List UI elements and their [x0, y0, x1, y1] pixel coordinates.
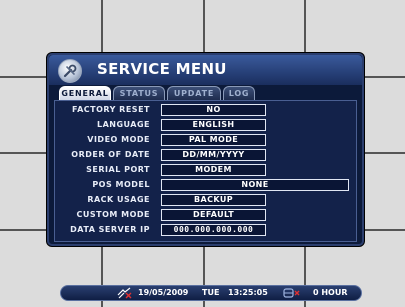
tab-status[interactable]: STATUS: [113, 86, 165, 100]
setting-row: FACTORY RESET NO: [55, 104, 356, 116]
service-menu-dialog: SERVICE MENU GENERAL STATUS UPDATE LOG F…: [47, 53, 364, 246]
menu-title: SERVICE MENU: [97, 60, 227, 78]
setting-label: POS MODEL: [92, 180, 150, 189]
recording-hours: 0 HOUR: [313, 288, 348, 297]
status-time: 13:25:05: [228, 288, 268, 297]
status-date: 19/05/2009: [138, 288, 189, 297]
pos-model-field[interactable]: NONE: [161, 179, 349, 191]
setting-label: VIDEO MODE: [87, 135, 150, 144]
tab-update[interactable]: UPDATE: [167, 86, 221, 100]
setting-label: RACK USAGE: [87, 195, 150, 204]
setting-row: VIDEO MODE PAL MODE: [55, 134, 356, 146]
setting-label: DATA SERVER IP: [70, 225, 150, 234]
tab-general[interactable]: GENERAL: [59, 86, 111, 100]
language-field[interactable]: ENGLISH: [161, 119, 266, 131]
hdd-disconnected-icon: [283, 287, 301, 304]
data-server-ip-field[interactable]: 000.000.000.000: [161, 224, 266, 236]
factory-reset-field[interactable]: NO: [161, 104, 266, 116]
setting-row: LANGUAGE ENGLISH: [55, 119, 356, 131]
setting-label: LANGUAGE: [96, 120, 150, 129]
order-of-date-field[interactable]: DD/MM/YYYY: [161, 149, 266, 161]
setting-label: SERIAL PORT: [86, 165, 150, 174]
rack-usage-field[interactable]: BACKUP: [161, 194, 266, 206]
video-mode-field[interactable]: PAL MODE: [161, 134, 266, 146]
setting-row: RACK USAGE BACKUP: [55, 194, 356, 206]
status-day: TUE: [202, 288, 220, 297]
custom-mode-field[interactable]: DEFAULT: [161, 209, 266, 221]
network-disconnected-icon: [117, 287, 133, 304]
tab-log[interactable]: LOG: [223, 86, 255, 100]
setting-label: CUSTOM MODE: [76, 210, 150, 219]
status-bar: 19/05/2009 TUE 13:25:05 0 HOUR: [60, 285, 362, 301]
title-bar: SERVICE MENU: [49, 55, 362, 85]
setting-row: ORDER OF DATE DD/MM/YYYY: [55, 149, 356, 161]
setting-row: DATA SERVER IP 000.000.000.000: [55, 224, 356, 236]
setting-row: POS MODEL NONE: [55, 179, 356, 191]
general-settings-panel: FACTORY RESET NO LANGUAGE ENGLISH VIDEO …: [54, 100, 357, 242]
setting-row: SERIAL PORT MODEM: [55, 164, 356, 176]
setting-label: ORDER OF DATE: [71, 150, 150, 159]
tools-icon: [58, 59, 82, 83]
setting-label: FACTORY RESET: [72, 105, 150, 114]
setting-row: CUSTOM MODE DEFAULT: [55, 209, 356, 221]
serial-port-field[interactable]: MODEM: [161, 164, 266, 176]
